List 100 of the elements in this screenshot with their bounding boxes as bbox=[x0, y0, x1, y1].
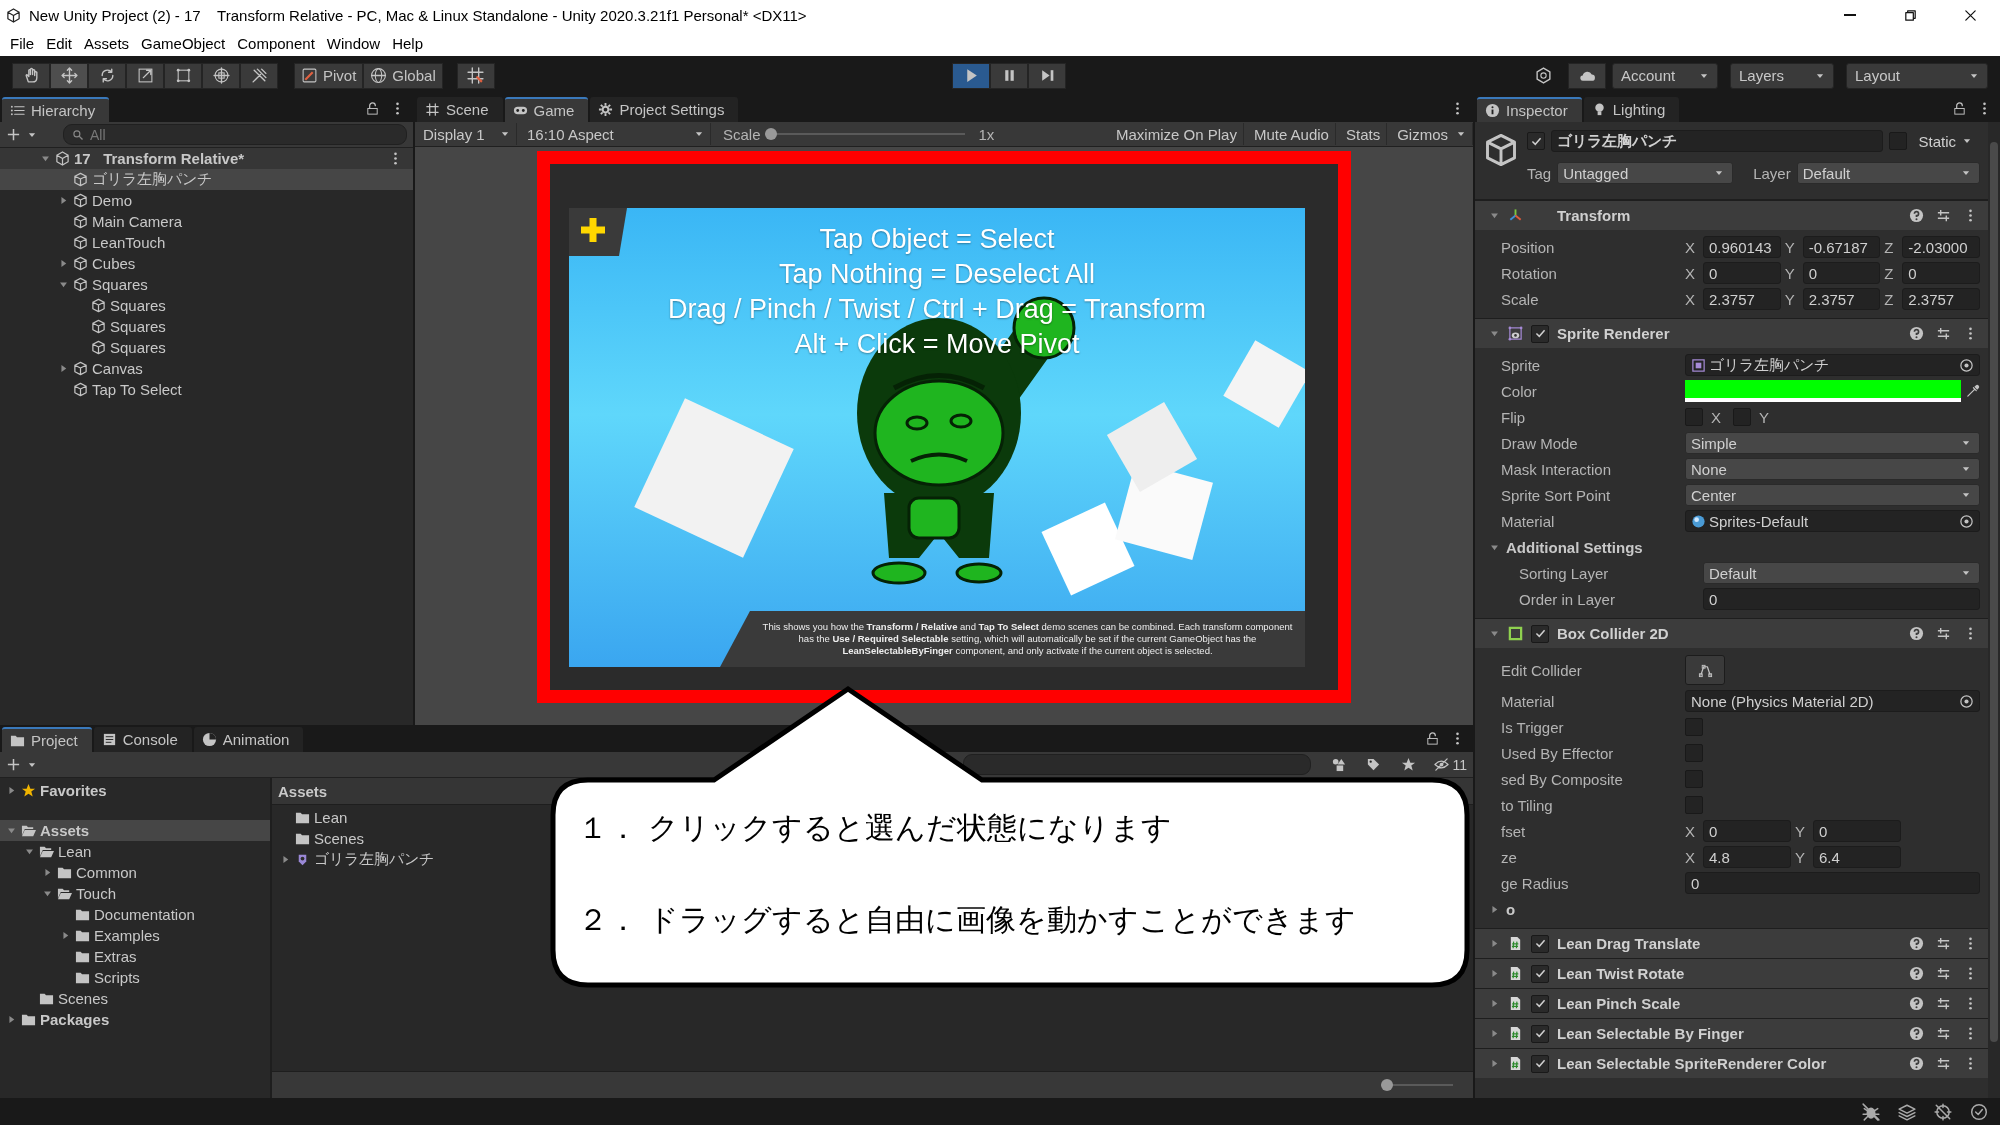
checkbox[interactable] bbox=[1531, 624, 1549, 643]
folder-tree-item[interactable]: Touch bbox=[0, 883, 270, 904]
collapsed-arrow-icon[interactable] bbox=[58, 258, 69, 269]
collapsed-arrow-icon[interactable] bbox=[1489, 968, 1500, 979]
edit-collider-button[interactable] bbox=[1685, 655, 1725, 685]
number-field[interactable]: 6.4 bbox=[1813, 846, 1901, 868]
hierarchy-item[interactable]: Squares bbox=[0, 295, 413, 316]
tool-button[interactable] bbox=[12, 62, 50, 89]
number-field[interactable]: 2.3757 bbox=[1703, 288, 1781, 310]
view-tab[interactable]: Scene bbox=[417, 97, 503, 122]
tool-button[interactable] bbox=[164, 62, 202, 89]
component-header[interactable]: Lean Twist Rotate bbox=[1475, 958, 1988, 988]
search-field[interactable] bbox=[963, 754, 1312, 775]
hierarchy-item[interactable]: Canvas bbox=[0, 358, 413, 379]
folder-tree-item[interactable]: Favorites bbox=[0, 780, 270, 801]
layers-dropdown[interactable]: Layers bbox=[1730, 62, 1834, 89]
hierarchy-item[interactable]: Demo bbox=[0, 190, 413, 211]
component-header[interactable]: Lean Selectable SpriteRenderer Color bbox=[1475, 1048, 1988, 1078]
folder-tree-item[interactable]: Documentation bbox=[0, 904, 270, 925]
expanded-arrow-icon[interactable] bbox=[6, 825, 17, 836]
component-header[interactable]: Sprite Renderer bbox=[1475, 318, 1988, 348]
folder-tree-item[interactable]: Packages bbox=[0, 1009, 270, 1030]
hierarchy-tab[interactable]: Hierarchy bbox=[2, 97, 110, 122]
pivot-button[interactable]: Pivot bbox=[294, 62, 364, 89]
component-header[interactable]: Transform bbox=[1475, 200, 1988, 230]
folder-tree-item[interactable]: Examples bbox=[0, 925, 270, 946]
menu-item[interactable]: GameObject bbox=[135, 34, 232, 52]
collapsed-arrow-icon[interactable] bbox=[6, 1014, 17, 1025]
number-field[interactable]: 0 bbox=[1703, 588, 1980, 610]
hierarchy-item[interactable]: LeanTouch bbox=[0, 232, 413, 253]
panel-tab[interactable]: Animation bbox=[193, 727, 304, 752]
expanded-arrow-icon[interactable] bbox=[24, 846, 35, 857]
number-field[interactable]: 0 bbox=[1813, 820, 1901, 842]
expanded-arrow-icon[interactable] bbox=[1489, 328, 1500, 339]
number-field[interactable]: -2.03000 bbox=[1902, 236, 1980, 258]
foldout-label[interactable]: o bbox=[1506, 900, 1516, 918]
tool-button[interactable] bbox=[126, 62, 164, 89]
component-header[interactable]: Lean Drag Translate bbox=[1475, 928, 1988, 958]
collapsed-arrow-icon[interactable] bbox=[1489, 938, 1500, 949]
tool-button[interactable] bbox=[202, 62, 240, 89]
number-field[interactable]: 4.8 bbox=[1703, 846, 1791, 868]
step-button[interactable] bbox=[1028, 62, 1067, 89]
menu-item[interactable]: Assets bbox=[78, 34, 136, 52]
asset-item[interactable]: ゴリラ左胸パンチ bbox=[272, 849, 440, 870]
inspector-tab[interactable]: Lighting bbox=[1583, 97, 1680, 122]
checkbox[interactable] bbox=[1531, 934, 1549, 953]
tag-dropdown[interactable]: Untagged bbox=[1557, 162, 1734, 184]
display-dropdown[interactable]: Display 1 bbox=[417, 123, 517, 145]
dropdown[interactable]: Simple bbox=[1685, 432, 1980, 454]
tool-button[interactable] bbox=[50, 62, 88, 89]
folder-tree-item[interactable]: Extras bbox=[0, 946, 270, 967]
expanded-arrow-icon[interactable] bbox=[42, 888, 53, 899]
tool-button[interactable] bbox=[88, 62, 126, 89]
global-button[interactable]: Global bbox=[363, 62, 443, 89]
expanded-arrow-icon[interactable] bbox=[1489, 210, 1500, 221]
view-toggle-button[interactable]: Stats bbox=[1339, 123, 1388, 145]
menu-item[interactable]: Window bbox=[320, 34, 387, 52]
expanded-arrow-icon[interactable] bbox=[58, 279, 69, 290]
collapsed-arrow-icon[interactable] bbox=[1489, 1058, 1500, 1069]
hierarchy-item[interactable]: Squares bbox=[0, 337, 413, 358]
collapsed-arrow-icon[interactable] bbox=[42, 867, 53, 878]
asset-item[interactable]: Lean bbox=[272, 807, 354, 828]
dropdown[interactable]: None bbox=[1685, 458, 1980, 480]
panel-tab[interactable]: Project bbox=[2, 727, 92, 752]
component-header[interactable]: Box Collider 2D bbox=[1475, 618, 1988, 648]
menu-item[interactable]: Component bbox=[231, 34, 321, 52]
collapsed-arrow-icon[interactable] bbox=[58, 363, 69, 374]
collapsed-arrow-icon[interactable] bbox=[6, 785, 17, 796]
collapsed-arrow-icon[interactable] bbox=[1489, 1028, 1500, 1039]
object-field[interactable]: None (Physics Material 2D) bbox=[1685, 690, 1980, 712]
view-toggle-button[interactable]: Gizmos bbox=[1391, 123, 1473, 145]
folder-tree-item[interactable]: Common bbox=[0, 862, 270, 883]
checkbox[interactable] bbox=[1531, 994, 1549, 1013]
component-header[interactable]: Lean Pinch Scale bbox=[1475, 988, 1988, 1018]
scene-header[interactable]: 17 Transform Relative* bbox=[0, 148, 413, 169]
panel-tab[interactable]: Console bbox=[93, 727, 192, 752]
hierarchy-item[interactable]: Cubes bbox=[0, 253, 413, 274]
pause-button[interactable] bbox=[990, 62, 1029, 89]
foldout-label[interactable]: Additional Settings bbox=[1506, 538, 1643, 556]
checkbox[interactable] bbox=[1531, 1024, 1549, 1043]
asset-item[interactable]: Scenes bbox=[272, 828, 371, 849]
number-field[interactable]: 0 bbox=[1902, 262, 1980, 284]
collapsed-arrow-icon[interactable] bbox=[280, 854, 291, 865]
play-button[interactable] bbox=[952, 62, 991, 89]
number-field[interactable]: 2.3757 bbox=[1902, 288, 1980, 310]
dropdown[interactable]: Default bbox=[1703, 562, 1980, 584]
scale-slider-thumb[interactable] bbox=[764, 128, 777, 140]
layer-dropdown[interactable]: Default bbox=[1796, 162, 1980, 184]
number-field[interactable]: 0 bbox=[1703, 820, 1791, 842]
hierarchy-item[interactable]: Squares bbox=[0, 274, 413, 295]
checkbox[interactable] bbox=[1531, 324, 1549, 343]
collapsed-arrow-icon[interactable] bbox=[60, 930, 71, 941]
scrollbar-thumb[interactable] bbox=[1990, 142, 1998, 1042]
menu-item[interactable]: File bbox=[4, 34, 41, 52]
collapsed-arrow-icon[interactable] bbox=[1489, 903, 1500, 915]
cloud-button[interactable] bbox=[1568, 62, 1606, 89]
view-toggle-button[interactable]: Mute Audio bbox=[1247, 123, 1336, 145]
number-field[interactable]: 2.3757 bbox=[1802, 288, 1881, 310]
tool-button[interactable] bbox=[240, 62, 278, 89]
collapsed-arrow-icon[interactable] bbox=[58, 195, 69, 206]
